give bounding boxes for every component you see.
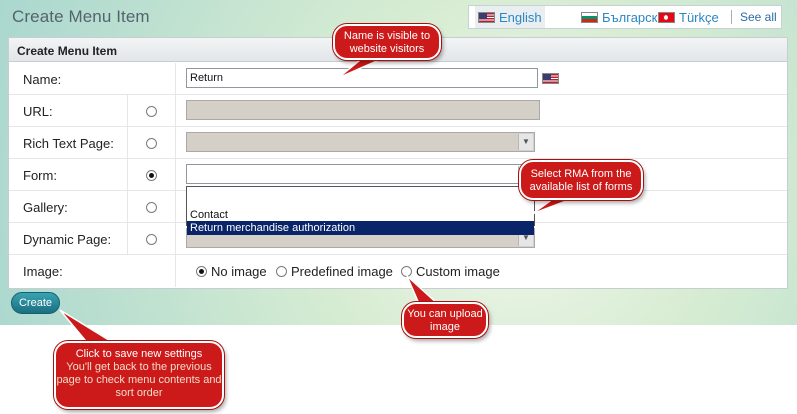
name-callout: Name is visible to website visitors (333, 24, 441, 60)
form-callout: Select RMA from the available list of fo… (519, 160, 643, 200)
create-callout: Click to save new settings You'll get ba… (54, 341, 224, 409)
name-callout-text: Name is visible to website visitors (343, 30, 431, 55)
create-callout-line2: You'll get back to the previous page to … (56, 361, 222, 399)
image-callout-text: You can upload image (407, 308, 483, 333)
image-callout: You can upload image (402, 302, 488, 338)
form-callout-text: Select RMA from the available list of fo… (529, 168, 633, 193)
create-callout-line1: Click to save new settings (75, 348, 203, 360)
